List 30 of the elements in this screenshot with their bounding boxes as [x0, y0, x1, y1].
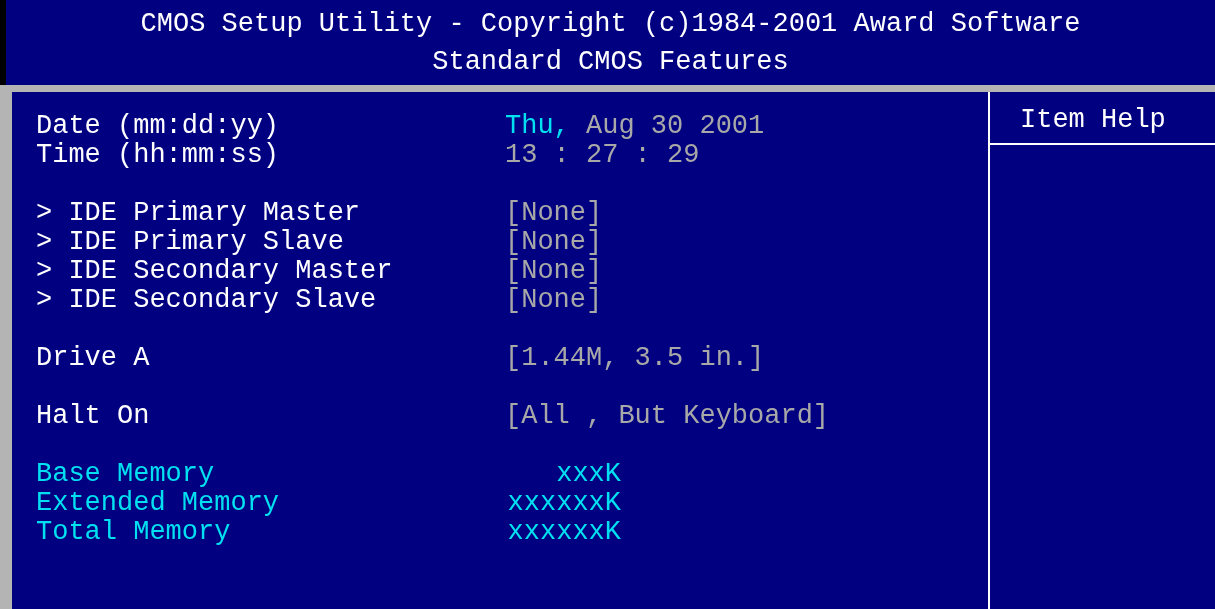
setting-label[interactable]: Time (hh:mm:ss)	[36, 140, 280, 170]
setting-value[interactable]: [None]	[505, 256, 603, 286]
page-title: Standard CMOS Features	[432, 47, 789, 77]
setting-label[interactable]: IDE Primary Master	[68, 198, 361, 228]
setting-value[interactable]: Aug 30 2001	[586, 111, 765, 141]
submenu-marker: >	[36, 256, 53, 286]
setting-value[interactable]: [None]	[505, 227, 603, 257]
setting-value[interactable]: [None]	[505, 198, 603, 228]
setting-value[interactable]: 13 : 27 : 29	[505, 140, 700, 170]
info-value: xxxxxxK	[507, 517, 621, 547]
info-label: Base Memory	[36, 459, 215, 489]
setting-label[interactable]: Date (mm:dd:yy)	[36, 111, 280, 141]
info-value: xxxK	[556, 459, 621, 489]
submenu-marker: >	[36, 198, 53, 228]
weekday-value: Thu,	[505, 111, 570, 141]
setting-label[interactable]: Halt On	[36, 401, 150, 431]
setting-label[interactable]: Drive A	[36, 343, 150, 373]
setting-label[interactable]: IDE Primary Slave	[68, 227, 344, 257]
setting-value[interactable]: [All , But Keyboard]	[505, 401, 830, 431]
setting-label[interactable]: IDE Secondary Master	[68, 256, 393, 286]
submenu-marker: >	[36, 227, 53, 257]
setting-value[interactable]: [None]	[505, 285, 603, 315]
info-label: Total Memory	[36, 517, 231, 547]
window-title: CMOS Setup Utility - Copyright (c)1984-2001 Award Software	[140, 9, 1081, 39]
info-value: xxxxxxK	[507, 488, 621, 518]
help-title: Item Help	[1020, 105, 1166, 135]
setting-label[interactable]: IDE Secondary Slave	[68, 285, 377, 315]
info-label: Extended Memory	[36, 488, 280, 518]
submenu-marker: >	[36, 285, 53, 315]
setting-value[interactable]: [1.44M, 3.5 in.]	[505, 343, 765, 373]
